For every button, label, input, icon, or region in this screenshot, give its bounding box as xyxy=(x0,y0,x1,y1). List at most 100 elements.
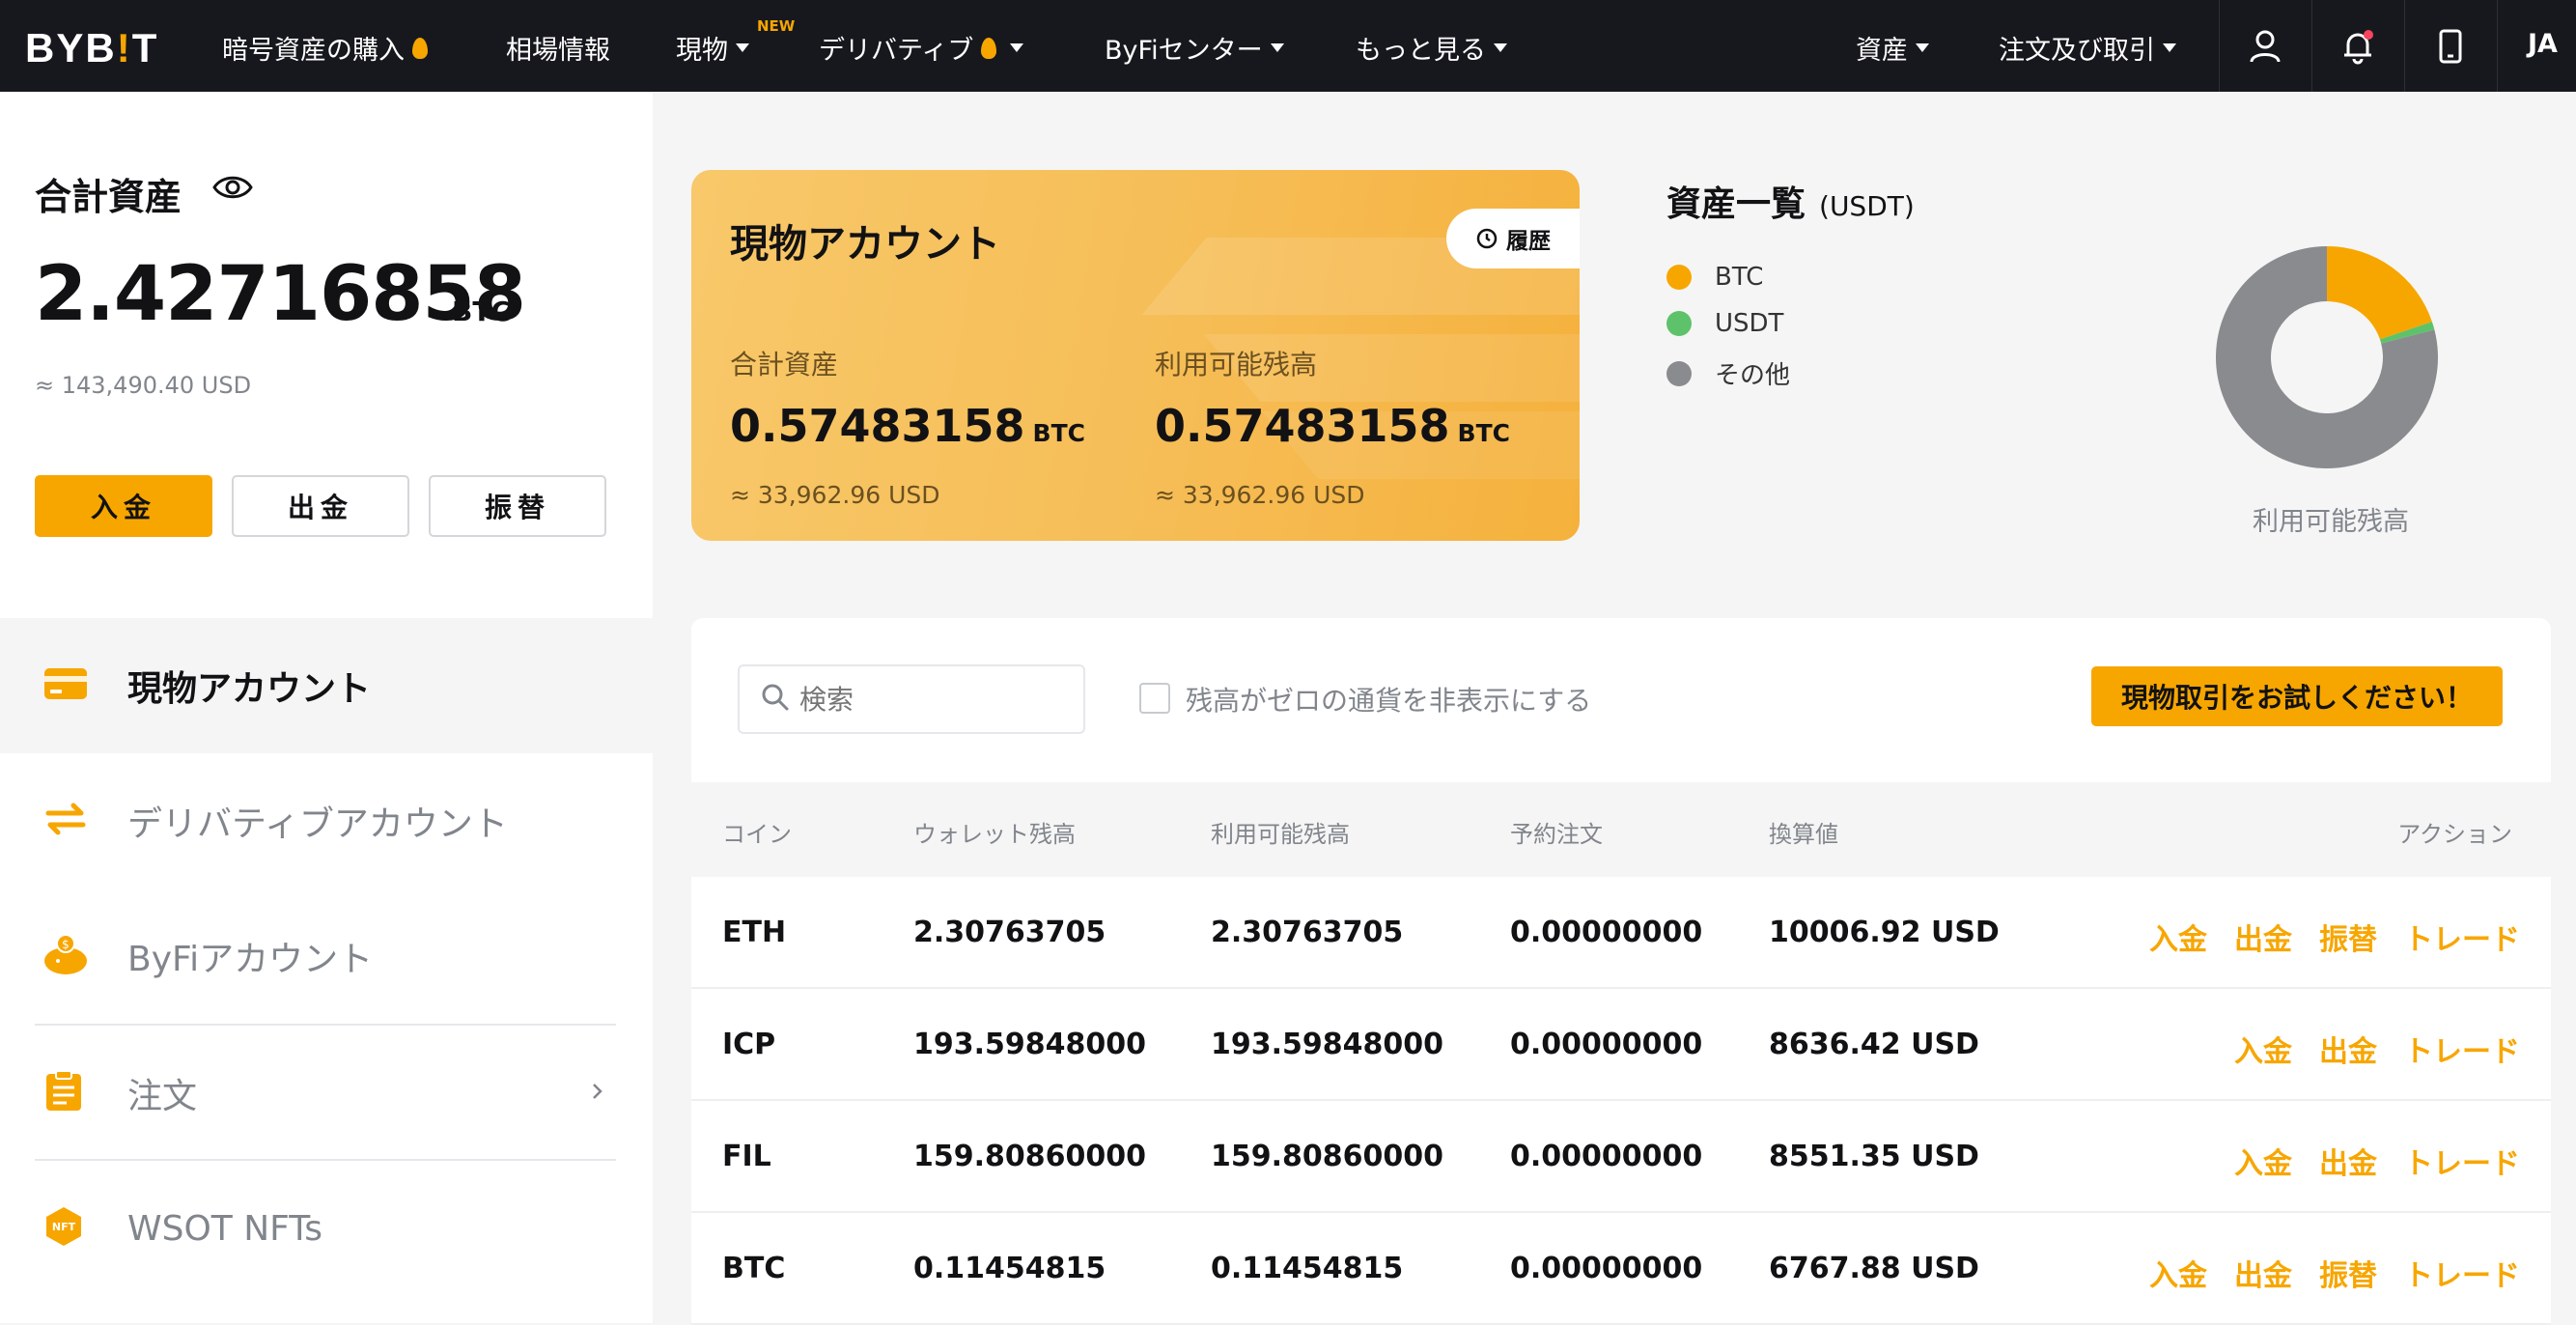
cell-converted: 8636.42 USD xyxy=(1769,1028,1979,1061)
user-icon[interactable] xyxy=(2219,0,2311,92)
legend-label: その他 xyxy=(1715,361,1791,390)
nav-assets[interactable]: 資産 xyxy=(1856,29,1929,67)
chevron-down-icon xyxy=(1010,43,1024,52)
row-deposit-link[interactable]: 入金 xyxy=(2234,1140,2292,1182)
nav-byfi-center[interactable]: ByFiセンター xyxy=(1105,29,1284,67)
history-button[interactable]: 履歴 xyxy=(1446,209,1580,268)
bell-icon[interactable] xyxy=(2311,0,2404,92)
asset-donut-chart xyxy=(2216,246,2438,468)
row-trade-link[interactable]: トレード xyxy=(2404,1140,2520,1182)
sidebar-item-byfi-account[interactable]: $ ByFiアカウント xyxy=(0,888,653,1024)
language-label: JA xyxy=(2528,29,2558,59)
cell-coin: ETH xyxy=(722,916,787,949)
total-assets-title: 合計資産 xyxy=(35,176,182,218)
chevron-down-icon xyxy=(1916,43,1929,52)
sidebar-item-label: 現物アカウント xyxy=(127,669,372,709)
search-box[interactable] xyxy=(738,664,1085,734)
row-deposit-link[interactable]: 入金 xyxy=(2149,1252,2207,1294)
legend-dot xyxy=(1666,311,1692,336)
search-icon xyxy=(761,683,790,716)
withdraw-button[interactable]: 出金 xyxy=(232,475,409,537)
cell-reserved: 0.00000000 xyxy=(1510,1252,1703,1285)
nav-orders-label: 注文及び取引 xyxy=(1999,36,2155,66)
account-sidebar: 現物アカウント デリバティブアカウント $ ByFiアカウント 注文 NFT W… xyxy=(0,618,653,1323)
spot-total-unit: BTC xyxy=(1032,419,1086,447)
donut-caption: 利用可能残高 xyxy=(2253,507,2409,537)
row-withdraw-link[interactable]: 出金 xyxy=(2234,1252,2292,1294)
row-transfer-link[interactable]: 振替 xyxy=(2319,916,2377,958)
nav-derivatives[interactable]: デリバティブ xyxy=(819,29,1024,67)
row-withdraw-link[interactable]: 出金 xyxy=(2319,1028,2377,1070)
spot-total-number: 0.57483158 xyxy=(730,400,1025,452)
column-header-coin: コイン xyxy=(722,821,792,848)
row-deposit-link[interactable]: 入金 xyxy=(2234,1028,2292,1070)
hide-zero-checkbox[interactable] xyxy=(1139,683,1170,714)
spot-available-number: 0.57483158 xyxy=(1155,400,1450,452)
chevron-down-icon xyxy=(736,43,749,52)
row-transfer-link[interactable]: 振替 xyxy=(2319,1252,2377,1294)
fire-icon xyxy=(981,37,997,59)
row-withdraw-link[interactable]: 出金 xyxy=(2234,916,2292,958)
cell-coin: BTC xyxy=(722,1252,786,1285)
eye-icon[interactable] xyxy=(212,173,253,206)
cell-reserved: 0.00000000 xyxy=(1510,1028,1703,1061)
nav-spot-label: 現物 xyxy=(676,36,728,66)
column-header-converted: 換算値 xyxy=(1769,821,1838,848)
column-header-actions: アクション xyxy=(2397,821,2512,848)
logo-text-main: BYB xyxy=(25,25,117,70)
table-row: ICP 193.59848000 193.59848000 0.00000000… xyxy=(691,989,2551,1101)
column-header-wallet: ウォレット残高 xyxy=(913,821,1076,848)
sidebar-item-derivatives-account[interactable]: デリバティブアカウント xyxy=(0,753,653,888)
spot-total-value: 0.57483158 BTC xyxy=(730,400,1085,452)
cell-converted: 8551.35 USD xyxy=(1769,1140,1979,1173)
nav-markets-label: 相場情報 xyxy=(506,36,610,66)
history-label: 履歴 xyxy=(1506,229,1551,254)
row-trade-link[interactable]: トレード xyxy=(2404,1028,2520,1070)
search-input[interactable] xyxy=(799,683,1050,716)
sidebar-item-label: WSOT NFTs xyxy=(127,1208,323,1249)
logo-text-bang: ! xyxy=(116,25,132,70)
spot-available-unit: BTC xyxy=(1457,419,1511,447)
asset-overview-title: 資産一覧 (USDT) xyxy=(1666,176,1915,226)
hide-zero-label[interactable]: 残高がゼロの通貨を非表示にする xyxy=(1186,680,1591,719)
nft-badge-text: NFT xyxy=(52,1221,76,1233)
mobile-app-icon[interactable] xyxy=(2404,0,2497,92)
spot-available-label: 利用可能残高 xyxy=(1155,349,1318,381)
sidebar-item-spot-account[interactable]: 現物アカウント xyxy=(0,618,653,753)
try-spot-trading-button[interactable]: 現物取引をお試しください！ xyxy=(2091,666,2503,726)
cell-wallet: 0.11454815 xyxy=(913,1252,1106,1285)
cell-coin: FIL xyxy=(722,1140,771,1173)
legend-dot xyxy=(1666,265,1692,290)
transfer-button[interactable]: 振替 xyxy=(429,475,606,537)
total-usd-value: ≈ 143,490.40 USD xyxy=(35,372,252,399)
sidebar-item-wsot-nfts[interactable]: NFT WSOT NFTs xyxy=(0,1161,653,1296)
table-header: コイン ウォレット残高 利用可能残高 予約注文 換算値 アクション xyxy=(691,782,2551,877)
top-navigation: BYB!T 暗号資産の購入 相場情報 現物 NEW デリバティブ ByFiセンタ… xyxy=(0,0,2576,92)
cell-available: 2.30763705 xyxy=(1211,916,1404,949)
row-deposit-link[interactable]: 入金 xyxy=(2149,916,2207,958)
nav-markets[interactable]: 相場情報 xyxy=(506,29,610,67)
nav-more[interactable]: もっと見る xyxy=(1356,29,1507,67)
table-row: FIL 159.80860000 159.80860000 0.00000000… xyxy=(691,1101,2551,1213)
svg-text:$: $ xyxy=(62,938,70,951)
row-withdraw-link[interactable]: 出金 xyxy=(2319,1140,2377,1182)
language-selector[interactable]: JA xyxy=(2528,29,2558,59)
nav-buy-crypto[interactable]: 暗号資産の購入 xyxy=(222,29,428,67)
column-header-reserved: 予約注文 xyxy=(1510,821,1603,848)
bybit-logo[interactable]: BYB!T xyxy=(25,25,158,71)
wallet-card-icon xyxy=(42,664,89,707)
spot-card-title: 現物アカウント xyxy=(730,222,1000,267)
nav-byfi-center-label: ByFiセンター xyxy=(1105,36,1263,66)
nav-orders[interactable]: 注文及び取引 xyxy=(1999,29,2176,67)
cell-available: 193.59848000 xyxy=(1211,1028,1444,1061)
sidebar-item-label: 注文 xyxy=(127,1077,198,1116)
legend-label: BTC xyxy=(1715,263,1764,292)
cell-converted: 10006.92 USD xyxy=(1769,916,2000,949)
sidebar-item-orders[interactable]: 注文 xyxy=(0,1026,653,1161)
deposit-button[interactable]: 入金 xyxy=(35,475,212,537)
nav-spot[interactable]: 現物 xyxy=(676,29,749,67)
row-trade-link[interactable]: トレード xyxy=(2404,1252,2520,1294)
legend-item-btc: BTC xyxy=(1666,263,1763,292)
row-trade-link[interactable]: トレード xyxy=(2404,916,2520,958)
cell-reserved: 0.00000000 xyxy=(1510,1140,1703,1173)
